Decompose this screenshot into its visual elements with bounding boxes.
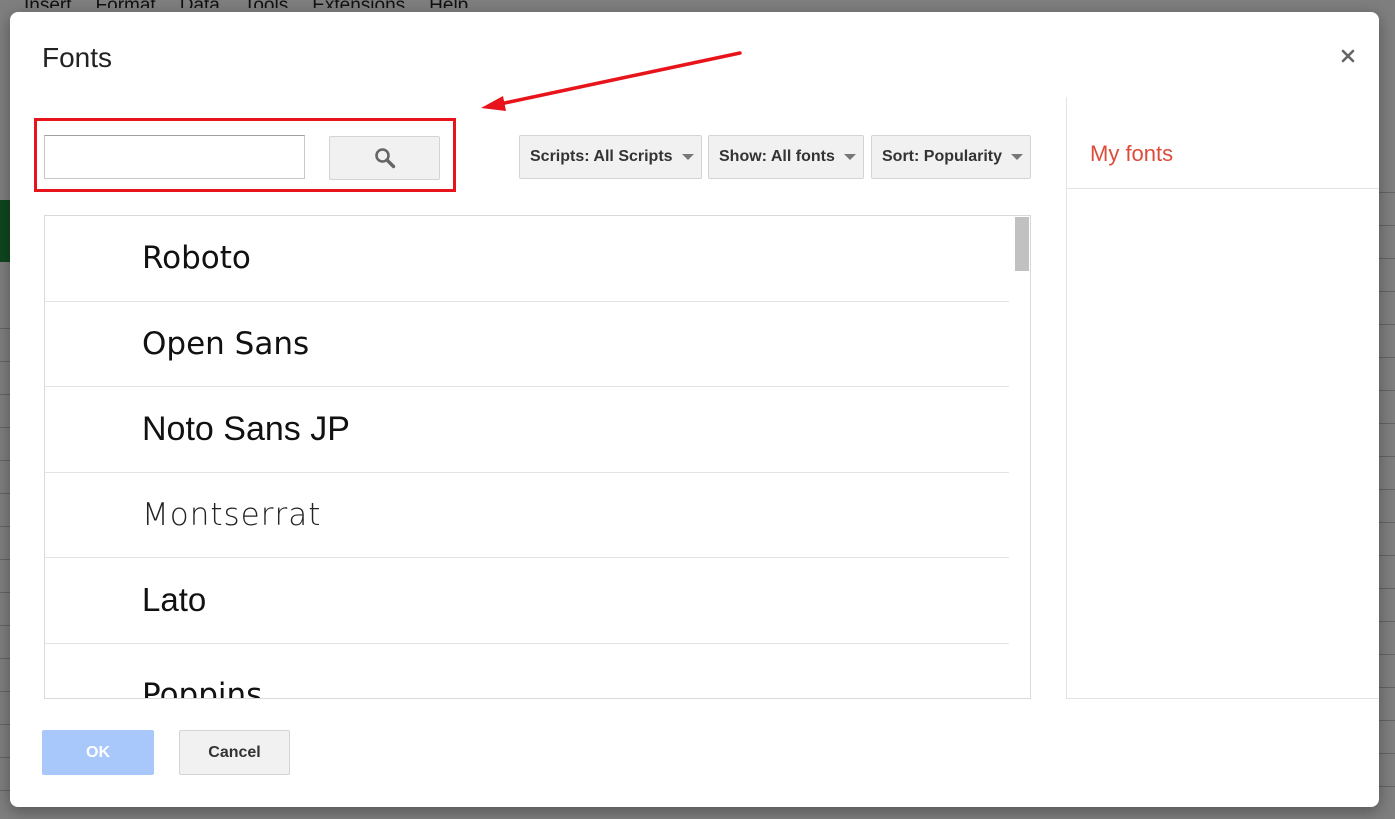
close-button[interactable] (1336, 44, 1360, 68)
font-list-scrollbar[interactable] (1014, 216, 1030, 698)
font-list-item-noto-sans-jp[interactable]: Noto Sans JP (45, 387, 1009, 473)
font-name: Noto Sans JP (142, 409, 350, 448)
font-name: Open Sans (142, 325, 310, 362)
font-list-item-open-sans[interactable]: Open Sans (45, 302, 1009, 387)
my-fonts-panel: My fonts (1066, 97, 1379, 699)
fonts-dialog: Fonts Scripts: All Scripts Show: All fon… (10, 12, 1379, 807)
sort-dropdown-label: Sort: Popularity (882, 148, 1003, 165)
font-list-item-poppins[interactable]: Poppins (45, 644, 1009, 699)
ok-button[interactable]: OK (42, 730, 154, 775)
my-fonts-title: My fonts (1090, 141, 1174, 166)
scrollbar-thumb[interactable] (1015, 217, 1029, 271)
divider (1067, 188, 1379, 189)
font-list-item-roboto[interactable]: Roboto (45, 216, 1009, 302)
font-list-item-lato[interactable]: Lato (45, 558, 1009, 644)
font-name: Lato (142, 581, 207, 619)
caret-down-icon (681, 154, 694, 160)
caret-down-icon (1011, 154, 1024, 160)
close-icon (1341, 49, 1355, 63)
font-list: Roboto Open Sans Noto Sans JP Montserrat… (44, 215, 1031, 699)
font-name: Montserrat (142, 496, 322, 533)
font-name: Poppins (142, 676, 263, 699)
show-dropdown-label: Show: All fonts (719, 148, 835, 165)
font-list-item-montserrat[interactable]: Montserrat (45, 473, 1009, 558)
annotation-highlight-box (34, 118, 456, 192)
scripts-dropdown[interactable]: Scripts: All Scripts (519, 135, 702, 179)
dialog-title: Fonts (42, 42, 113, 73)
caret-down-icon (843, 154, 856, 160)
sort-dropdown[interactable]: Sort: Popularity (871, 135, 1031, 179)
font-name: Roboto (142, 240, 251, 277)
scripts-dropdown-label: Scripts: All Scripts (530, 148, 673, 165)
cancel-button[interactable]: Cancel (179, 730, 290, 775)
show-dropdown[interactable]: Show: All fonts (708, 135, 864, 179)
